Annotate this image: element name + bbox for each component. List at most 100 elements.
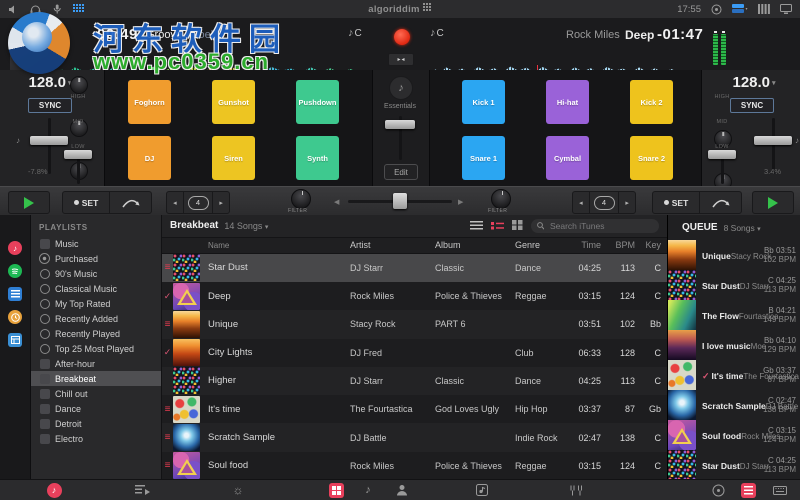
pad-snare-1[interactable]: Snare 1	[462, 136, 505, 180]
fx-slider-handle[interactable]	[385, 120, 415, 129]
history-source-icon[interactable]	[8, 310, 22, 324]
sidebar-item-electro[interactable]: Electro	[31, 431, 161, 446]
brand-grid-icon	[422, 3, 431, 11]
song-count[interactable]: 14 Songs ▾	[224, 221, 268, 231]
tuning-forks-icon[interactable]	[568, 482, 584, 498]
deck-left-sync-button[interactable]: SYNC	[28, 98, 72, 113]
queue-count[interactable]: 8 Songs ▾	[724, 223, 761, 233]
table-row[interactable]: Soul foodRock Miles Police & ThievesRegg…	[162, 451, 667, 480]
pad-dj[interactable]: DJ	[128, 136, 171, 180]
deck-left-elapsed-time: 00:49	[97, 26, 138, 43]
queue-item[interactable]: Scratch SampleDJ Battle C 02:47 138 BPM	[668, 390, 800, 420]
deck-left-volume-fader[interactable]	[64, 150, 92, 159]
sidebar-item-chill-out[interactable]: Chill out	[31, 386, 161, 401]
search-box[interactable]	[531, 218, 659, 233]
table-row[interactable]: Star DustDJ Starr ClassicDance 04:25113C	[162, 253, 667, 282]
pad-kick-2[interactable]: Kick 2	[630, 80, 673, 124]
fx-edit-button[interactable]: Edit	[384, 164, 418, 180]
loop-double-button[interactable]: ▸	[213, 199, 229, 207]
queue-play-icon[interactable]	[134, 482, 150, 498]
keyboard-icon[interactable]	[772, 482, 788, 498]
snap-button[interactable]: ▸ ◂	[388, 53, 414, 66]
queue-item[interactable]: Soul foodRock Miles C 03:15 124 BPM	[668, 420, 800, 450]
sidebar-item-90s-music[interactable]: 90's Music	[31, 266, 161, 281]
deck-right-loop-value[interactable]: 4	[590, 195, 619, 210]
queue-item[interactable]: I love musicMoe Bb 04:10 129 BPM	[668, 330, 800, 360]
sidebar-item-purchased[interactable]: Purchased	[31, 251, 161, 266]
sidebar-item-my-top-rated[interactable]: My Top Rated	[31, 296, 161, 311]
library-view-icon-active[interactable]	[740, 482, 756, 498]
pad-cymbal[interactable]: Cymbal	[546, 136, 589, 180]
files-source-icon[interactable]	[8, 333, 22, 347]
table-row[interactable]: It's timeThe Fourtastica God Loves UglyH…	[162, 395, 667, 424]
grid-view-icon[interactable]	[512, 217, 523, 235]
pad-hi-hat[interactable]: Hi-hat	[546, 80, 589, 124]
deck-right-jump-button[interactable]	[700, 197, 741, 209]
deck-right-volume-fader[interactable]	[708, 150, 736, 159]
browse-source-icon[interactable]	[8, 287, 22, 301]
deck-right-sync-button[interactable]: SYNC	[730, 98, 774, 113]
sidebar-item-after-hour[interactable]: After-hour	[31, 356, 161, 371]
deck-right-tempo-slider[interactable]	[754, 136, 792, 145]
sidebar-item-recently-added[interactable]: Recently Added	[31, 311, 161, 326]
pad-snare-2[interactable]: Snare 2	[630, 136, 673, 180]
pad-siren[interactable]: Siren	[212, 136, 255, 180]
music-note-icon: ♪	[430, 27, 436, 39]
sidebar-item-detroit[interactable]: Detroit	[31, 416, 161, 431]
table-row[interactable]: City LightsDJ Fred Club 06:33128C	[162, 338, 667, 367]
search-input[interactable]	[547, 219, 653, 232]
sidebar-item-recently-played[interactable]: Recently Played	[31, 326, 161, 341]
queue-item[interactable]: UniqueStacy Rock Bb 03:51 102 BPM	[668, 240, 800, 270]
sidebar-item-dance[interactable]: Dance	[31, 401, 161, 416]
record-button[interactable]	[394, 29, 410, 45]
drum-pads-mode-icon-active[interactable]	[328, 482, 344, 498]
crossfader-handle[interactable]	[393, 193, 407, 209]
deck-right-cue-group: SET	[652, 191, 742, 214]
table-row[interactable]: Higher DJ Starr Classic Dance 04:25 113 C	[162, 366, 667, 396]
deck-right-set-cue-button[interactable]: SET	[653, 198, 699, 208]
artist-mode-icon[interactable]	[394, 482, 410, 498]
sampler-mode-icon[interactable]: ♪	[360, 482, 376, 498]
deck-right-play-button[interactable]	[752, 191, 794, 214]
pad-kick-1[interactable]: Kick 1	[462, 80, 505, 124]
pad-pushdown[interactable]: Pushdown	[296, 80, 339, 124]
deck-right-filter-knob[interactable]	[491, 189, 511, 209]
row-marker-icon	[162, 262, 173, 273]
pad-foghorn[interactable]: Foghorn	[128, 80, 171, 124]
loop-double-button[interactable]: ▸	[619, 199, 635, 207]
table-row[interactable]: DeepRock Miles Police & ThievesReggae 03…	[162, 282, 667, 311]
fx-bank-icon[interactable]: ♪	[389, 76, 413, 100]
deck-left-jump-button[interactable]	[110, 197, 151, 209]
column-header-row[interactable]: Name Artist Album Genre Time BPM Key	[162, 237, 667, 254]
sidebar-item-top-25-most-played[interactable]: Top 25 Most Played	[31, 341, 161, 356]
list-view-icon[interactable]	[470, 217, 483, 235]
vinyl-disc-icon[interactable]	[710, 482, 726, 498]
pad-synth[interactable]: Synth	[296, 136, 339, 180]
table-row[interactable]: UniqueStacy Rock PART 6 03:51102Bb	[162, 310, 667, 339]
loop-halve-button[interactable]: ◂	[573, 199, 589, 207]
loop-halve-button[interactable]: ◂	[167, 199, 183, 207]
sidebar-item-classical-music[interactable]: Classical Music	[31, 281, 161, 296]
deck-left-play-button[interactable]	[8, 191, 50, 214]
queue-item[interactable]: Star DustDJ Starr C 04:25 113 BPM	[668, 270, 800, 300]
itunes-library-icon[interactable]: ♪	[46, 482, 62, 498]
table-row[interactable]: Scratch SampleDJ Battle Indie Rock 02:47…	[162, 423, 667, 452]
spotify-source-icon[interactable]	[8, 264, 22, 278]
deck-left-tempo-slider[interactable]	[30, 136, 68, 145]
sidebar-item-music[interactable]: Music	[31, 236, 161, 251]
deck-left-loop-value[interactable]: 4	[184, 195, 213, 210]
deck-right-bpm[interactable]: 128.0 ▾	[708, 74, 800, 91]
sidebar-item-breakbeat[interactable]: Breakbeat	[31, 371, 161, 386]
fx-bank-label: Essentials	[384, 103, 416, 110]
detail-view-icon-active[interactable]	[491, 217, 504, 235]
brightness-icon[interactable]: ☼	[230, 482, 246, 498]
itunes-source-icon[interactable]: ♪	[8, 241, 22, 255]
deck-left-eq-high-knob[interactable]	[70, 76, 88, 94]
deck-left-set-cue-button[interactable]: SET	[63, 198, 109, 208]
queue-item[interactable]: Star DustDJ Starr C 04:25 113 BPM	[668, 450, 800, 480]
album-card-icon[interactable]	[474, 482, 490, 498]
queue-item[interactable]: The FlowFourtastica B 04:21 149 BPM	[668, 300, 800, 330]
deck-left-filter-knob[interactable]	[291, 189, 311, 209]
pad-gunshot[interactable]: Gunshot	[212, 80, 255, 124]
queue-item[interactable]: It's timeThe Fourtastica Gb 03:3787 BPM	[668, 360, 800, 390]
